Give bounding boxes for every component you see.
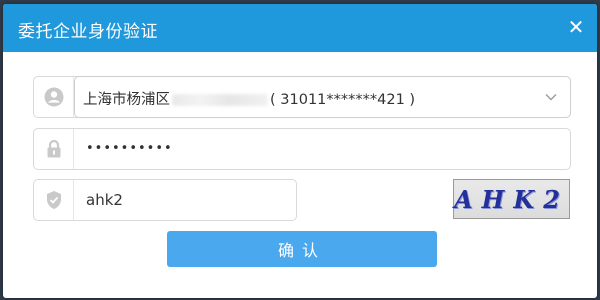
password-input[interactable]: •••••••••• bbox=[86, 141, 173, 156]
verification-dialog: 委托企业身份验证 ✕ 上海市杨浦区 ( 31011*******421 ) •••… bbox=[3, 4, 597, 298]
lock-icon bbox=[47, 139, 60, 158]
shield-icon bbox=[46, 191, 61, 209]
shield-icon-box bbox=[34, 180, 74, 220]
captcha-image[interactable]: AHK2 bbox=[453, 179, 570, 219]
password-field-wrapper: •••••••••• bbox=[33, 128, 571, 170]
close-icon[interactable]: ✕ bbox=[567, 17, 585, 37]
dialog-title: 委托企业身份验证 bbox=[18, 22, 158, 42]
captcha-field-wrapper: ahk2 bbox=[33, 179, 297, 221]
company-select-prefix: 上海市杨浦区 bbox=[83, 92, 170, 108]
captcha-input[interactable]: ahk2 bbox=[86, 191, 123, 209]
confirm-button[interactable]: 确认 bbox=[167, 231, 437, 267]
company-select-suffix: ( 31011*******421 ) bbox=[270, 92, 416, 108]
dialog-titlebar: 委托企业身份验证 ✕ bbox=[3, 4, 597, 52]
lock-icon-box bbox=[34, 129, 74, 169]
company-select-field: 上海市杨浦区 ( 31011*******421 ) bbox=[33, 76, 571, 118]
company-select[interactable]: 上海市杨浦区 ( 31011*******421 ) bbox=[74, 76, 571, 118]
company-select-value: 上海市杨浦区 ( 31011*******421 ) bbox=[83, 88, 415, 109]
chevron-down-icon[interactable] bbox=[544, 90, 558, 104]
user-icon-box bbox=[34, 77, 74, 117]
redacted-company-name bbox=[172, 94, 268, 106]
user-icon bbox=[44, 87, 63, 107]
captcha-text: AHK2 bbox=[454, 184, 569, 214]
